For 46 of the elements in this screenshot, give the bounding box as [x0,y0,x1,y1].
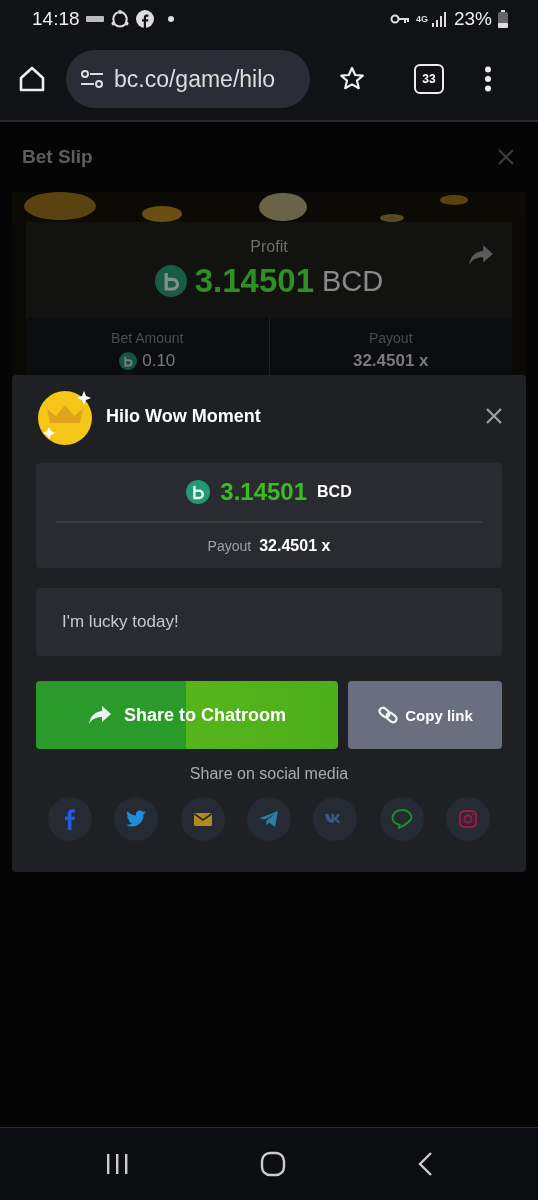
battery-icon [498,10,508,28]
notification-dot-icon [167,16,174,22]
message-field[interactable]: I'm lucky today! [36,588,502,656]
site-settings-icon [80,69,104,89]
coin-icon [119,352,138,370]
payout-label: Payout [207,538,252,554]
share-icon [88,705,112,725]
social-share-button[interactable] [247,797,291,841]
recent-apps-icon[interactable] [105,1153,130,1175]
network-type: 4G [415,14,426,24]
dialog-title: Hilo Wow Moment [106,405,262,427]
menu-icon[interactable] [484,66,492,92]
coin-icon [154,265,187,297]
address-bar[interactable]: bc.co/game/hilo [66,50,310,108]
social-share-button[interactable] [114,797,159,841]
payout-value: 32.4501 x [259,537,331,555]
close-icon[interactable] [486,408,502,424]
battery-percentage: 23% [453,8,492,30]
coin-icon [186,480,211,504]
social-share-label: Share on social media [188,765,350,783]
facebook-notification-icon [135,10,154,28]
bet-amount-value: 0.10 [142,351,176,371]
payout-value: 32.4501 x [352,351,429,371]
sync-notification-icon [109,9,130,29]
win-amount: 3.14501 [220,478,308,506]
copy-link-button[interactable]: Copy link [348,681,502,749]
bet-amount-label: Bet Amount [111,330,184,346]
tab-count-button[interactable]: 33 [414,64,444,94]
currency-label: BCD [322,264,384,298]
signal-icon [431,11,448,27]
currency-label: BCD [317,483,352,501]
status-time: 14:18 [32,8,80,30]
url-text: bc.co/game/hilo [114,65,276,93]
social-share-button[interactable] [180,797,225,841]
home-icon[interactable] [18,65,46,93]
bet-slip-title: Bet Slip [22,146,93,168]
profit-value: 3.14501 [194,262,315,300]
link-icon [377,704,400,726]
home-button-icon[interactable] [260,1151,286,1177]
payout-label: Payout [368,330,413,346]
share-icon[interactable] [468,244,494,266]
key-icon [389,13,410,25]
back-icon[interactable] [416,1151,433,1177]
social-share-button[interactable] [48,797,92,841]
profit-label: Profit [250,238,288,256]
social-share-button[interactable] [379,797,424,841]
